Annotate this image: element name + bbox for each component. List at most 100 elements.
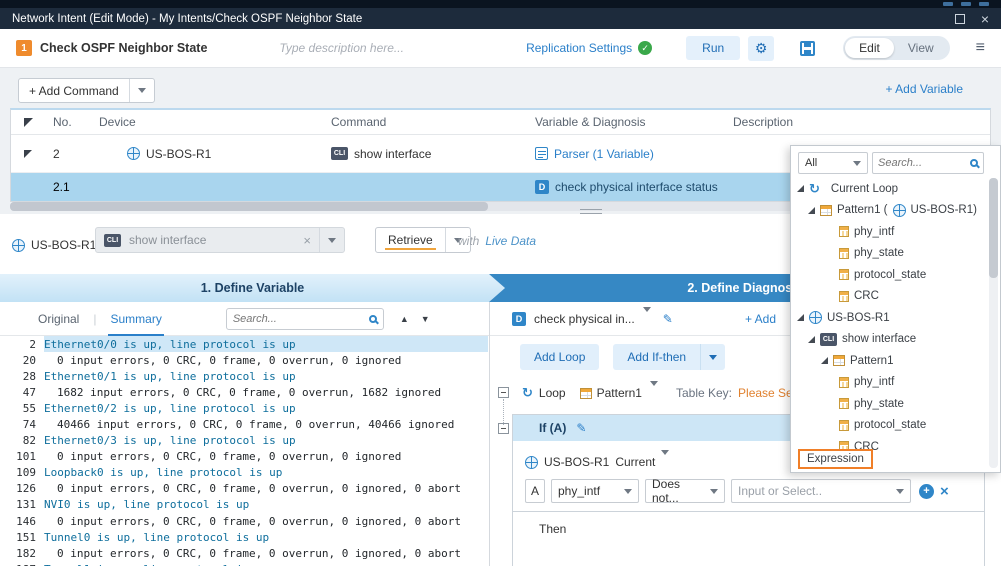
- tree-scrollbar[interactable]: [989, 178, 998, 468]
- code-line[interactable]: 1260 input errors, 0 CRC, 0 frame, 0 ove…: [0, 481, 488, 497]
- scrollbar-thumb[interactable]: [10, 202, 488, 211]
- tree-item-field[interactable]: phy_intf: [791, 372, 986, 394]
- command-caret-icon[interactable]: [328, 238, 336, 243]
- scope-dropdown[interactable]: Current: [615, 455, 655, 469]
- tree-item-field[interactable]: phy_state: [791, 393, 986, 415]
- collapse-loop-icon[interactable]: [498, 387, 509, 398]
- code-line[interactable]: 200 input errors, 0 CRC, 0 frame, 0 over…: [0, 352, 488, 368]
- add-command-button[interactable]: + Add Command: [18, 78, 155, 103]
- view-mode-tab[interactable]: View: [894, 38, 948, 58]
- expand-icon[interactable]: [808, 207, 815, 214]
- tree-filter-select[interactable]: All: [798, 152, 868, 174]
- tree-item-field[interactable]: phy_intf: [791, 221, 986, 243]
- code-line[interactable]: 109Loopback0 is up, line protocol is up: [0, 465, 488, 481]
- tree-item-expression-highlighted[interactable]: Expression: [798, 449, 873, 469]
- prev-match-icon[interactable]: ▲: [400, 314, 409, 324]
- tree-item-label: protocol_state: [854, 419, 926, 431]
- condition-operator-select[interactable]: Does not...: [645, 479, 725, 503]
- remove-condition-icon[interactable]: ×: [940, 483, 949, 500]
- add-command-caret-icon[interactable]: [130, 88, 154, 93]
- tree-item-device[interactable]: US-BOS-R1: [791, 307, 986, 329]
- code-search-input[interactable]: [233, 313, 369, 325]
- device-globe-icon: [893, 204, 906, 217]
- tree-item-label: phy_state: [854, 247, 904, 259]
- diagnosis-link[interactable]: check physical interface status: [555, 180, 718, 194]
- tab-original[interactable]: Original: [38, 312, 79, 326]
- command-select[interactable]: CLI show interface ×: [95, 227, 345, 253]
- field-column-icon: [839, 269, 849, 280]
- add-if-then-caret-icon[interactable]: [701, 355, 725, 360]
- code-line-selected[interactable]: 2Ethernet0/0 is up, line protocol is up: [0, 336, 488, 352]
- run-settings-gear-icon[interactable]: ⚙: [748, 36, 774, 61]
- scope-caret-icon[interactable]: [661, 455, 669, 469]
- add-if-then-button[interactable]: Add If-then: [613, 344, 725, 370]
- expand-icon[interactable]: [808, 336, 815, 343]
- code-line[interactable]: 471682 input errors, 0 CRC, 0 frame, 0 o…: [0, 384, 488, 400]
- tab-summary[interactable]: Summary: [110, 312, 161, 326]
- code-line[interactable]: 1460 input errors, 0 CRC, 0 frame, 0 ove…: [0, 513, 488, 529]
- tree-item-pattern1-scoped[interactable]: Pattern1 ( US-BOS-R1): [791, 200, 986, 222]
- code-line[interactable]: 151Tunnel0 is up, line protocol is up: [0, 529, 488, 545]
- tree-item-current-loop[interactable]: ↻ Current Loop: [791, 178, 986, 200]
- col-header-variable: Variable & Diagnosis: [535, 115, 733, 129]
- cli-output-view[interactable]: 2Ethernet0/0 is up, line protocol is up …: [0, 336, 488, 566]
- command-text: show interface: [354, 147, 431, 161]
- condition-variable-select[interactable]: phy_intf: [551, 479, 639, 503]
- tree-item-field[interactable]: protocol_state: [791, 415, 986, 437]
- diagnosis-caret-icon[interactable]: [643, 312, 651, 326]
- scrollbar-thumb[interactable]: [989, 178, 998, 278]
- field-column-icon: [839, 226, 849, 237]
- save-icon[interactable]: [800, 41, 815, 56]
- add-diagnosis-link[interactable]: + Add: [745, 312, 776, 326]
- code-line[interactable]: 1820 input errors, 0 CRC, 0 frame, 0 ove…: [0, 545, 488, 561]
- expand-icon[interactable]: [797, 185, 804, 192]
- tree-item-field[interactable]: phy_state: [791, 243, 986, 265]
- description-input[interactable]: [279, 41, 494, 55]
- tree-item-command[interactable]: CLI show interface: [791, 329, 986, 351]
- search-icon[interactable]: [970, 159, 978, 167]
- clear-command-icon[interactable]: ×: [303, 234, 311, 247]
- add-command-label: + Add Command: [19, 84, 129, 98]
- close-icon[interactable]: ×: [981, 12, 989, 26]
- add-condition-icon[interactable]: +: [919, 484, 934, 499]
- pattern-caret-icon[interactable]: [650, 386, 658, 400]
- code-line[interactable]: 7440466 input errors, 0 CRC, 0 frame, 0 …: [0, 416, 488, 432]
- edit-if-icon[interactable]: ✎: [576, 421, 586, 435]
- parser-link[interactable]: Parser (1 Variable): [554, 147, 654, 161]
- menu-icon[interactable]: ≡: [976, 40, 985, 56]
- line-text: 40466 input errors, 0 CRC, 0 frame, 0 ov…: [44, 418, 454, 431]
- next-match-icon[interactable]: ▼: [421, 314, 430, 324]
- edit-diagnosis-icon[interactable]: ✎: [663, 312, 673, 326]
- col-header-no: No.: [45, 115, 91, 129]
- condition-value-select[interactable]: Input or Select..: [731, 479, 911, 503]
- loop-pattern-dropdown[interactable]: Pattern1: [597, 386, 642, 400]
- search-icon[interactable]: [369, 315, 377, 323]
- diagnosis-title-dropdown[interactable]: check physical in...: [534, 312, 635, 326]
- code-line[interactable]: 28Ethernet0/1 is up, line protocol is up: [0, 368, 488, 384]
- row-collapse-icon[interactable]: [24, 150, 32, 158]
- line-number: 55: [0, 402, 36, 415]
- code-line[interactable]: 187Tunnel1 is up, line protocol is up: [0, 561, 488, 566]
- tree-item-pattern1[interactable]: Pattern1: [791, 350, 986, 372]
- line-number: 126: [0, 482, 36, 495]
- retrieve-button[interactable]: Retrieve: [375, 227, 471, 253]
- tree-search-input[interactable]: [878, 157, 967, 169]
- code-line[interactable]: 55Ethernet0/2 is up, line protocol is up: [0, 400, 488, 416]
- code-line[interactable]: 131NVI0 is up, line protocol is up: [0, 497, 488, 513]
- collapse-all-icon[interactable]: [24, 118, 33, 127]
- expand-icon[interactable]: [797, 314, 804, 321]
- tree-item-label: protocol_state: [854, 269, 926, 281]
- code-line[interactable]: 1010 input errors, 0 CRC, 0 frame, 0 ove…: [0, 449, 488, 465]
- tree-item-field[interactable]: protocol_state: [791, 264, 986, 286]
- expand-icon[interactable]: [821, 357, 828, 364]
- tree-item-field[interactable]: CRC: [791, 286, 986, 308]
- maximize-icon[interactable]: [955, 14, 965, 24]
- code-search-box[interactable]: [226, 308, 384, 330]
- code-line[interactable]: 82Ethernet0/3 is up, line protocol is up: [0, 433, 488, 449]
- edit-mode-tab[interactable]: Edit: [845, 38, 894, 58]
- replication-settings-link[interactable]: Replication Settings: [526, 41, 632, 55]
- tree-search-box[interactable]: [872, 152, 984, 174]
- run-button[interactable]: Run: [686, 36, 740, 60]
- add-loop-button[interactable]: Add Loop: [520, 344, 599, 370]
- add-variable-link[interactable]: + Add Variable: [885, 82, 963, 96]
